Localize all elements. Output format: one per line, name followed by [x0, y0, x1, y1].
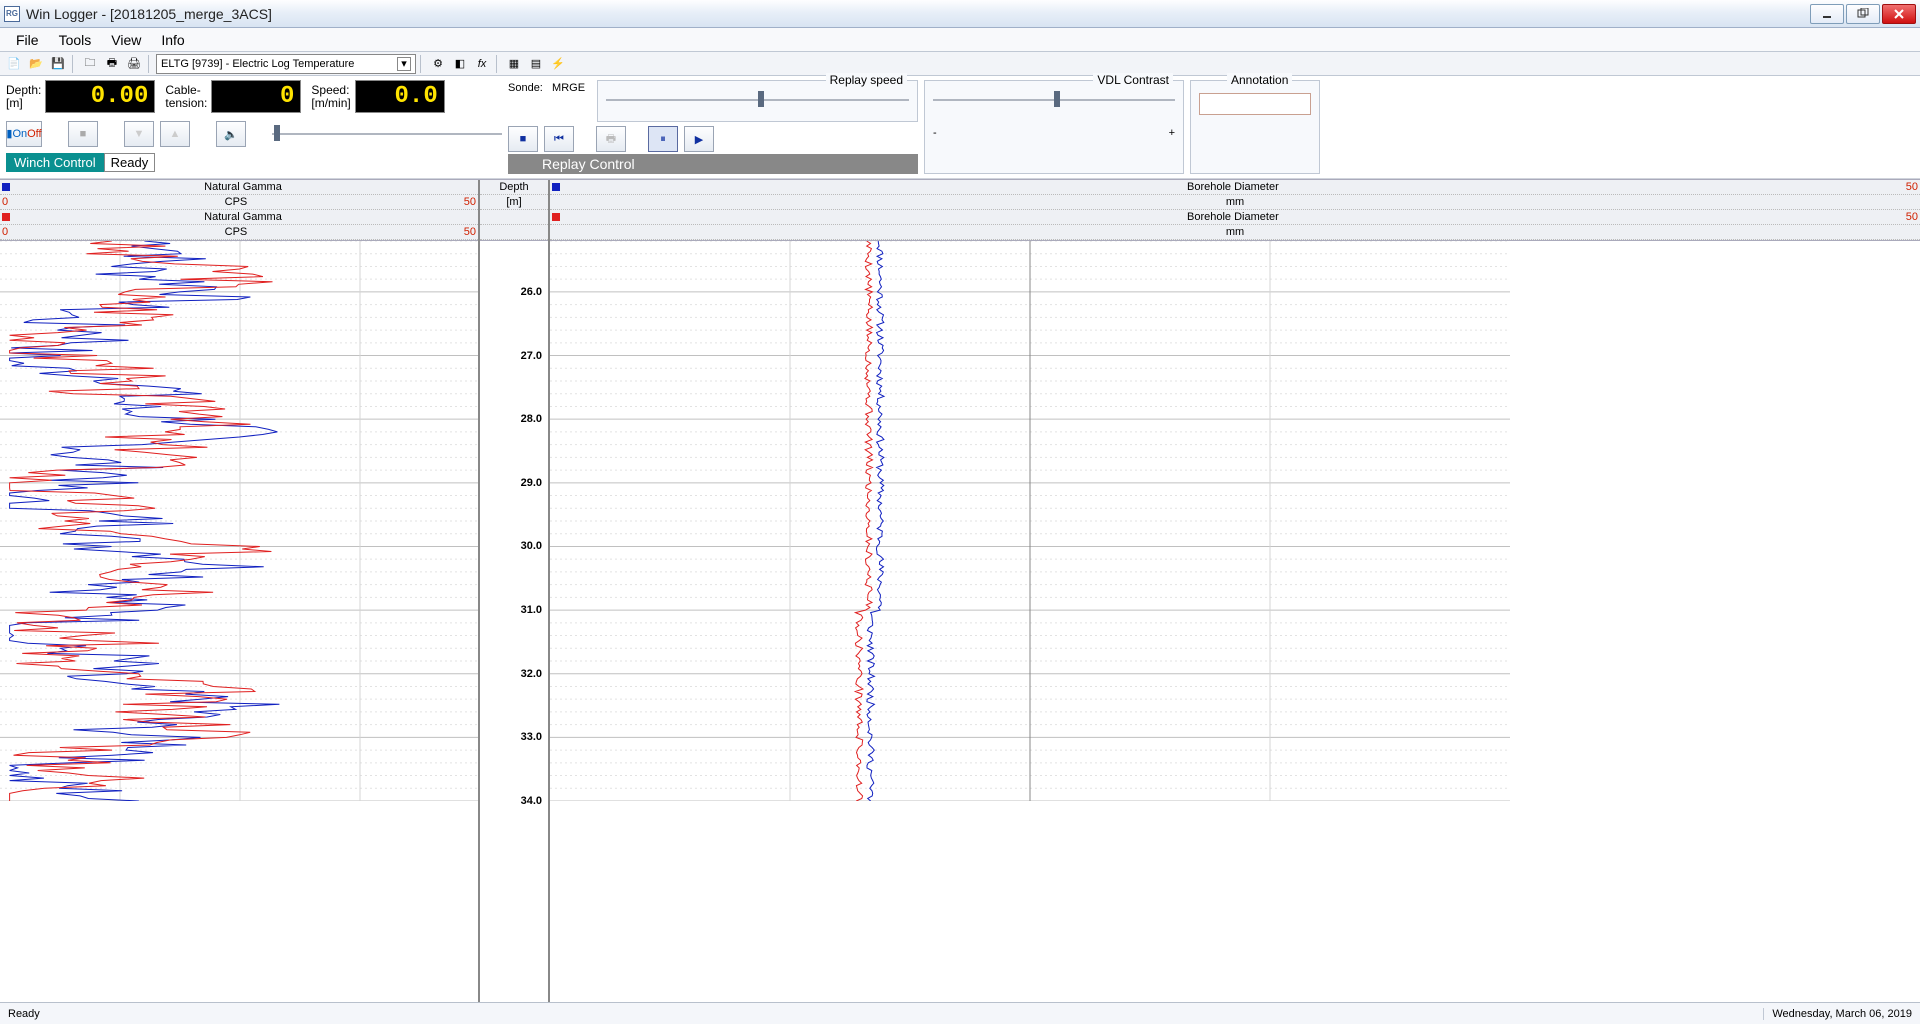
- series-color-blue-icon: [552, 183, 560, 191]
- chevron-down-icon: ▾: [397, 57, 411, 71]
- vdl-minus: -: [933, 127, 937, 139]
- sonde-value: MRGE: [552, 82, 585, 94]
- toolbar-separator: [148, 55, 152, 73]
- status-date: Wednesday, March 06, 2019: [1763, 1008, 1912, 1020]
- speed-value: 0.0: [355, 80, 445, 113]
- tool-sonde-select-text: ELTG [9739] - Electric Log Temperature: [161, 58, 354, 70]
- menu-bar: File Tools View Info: [0, 28, 1920, 52]
- series-color-red-icon: [2, 213, 10, 221]
- control-row: Depth:[m] 0.00 Cable-tension: 0 Speed:[m…: [0, 76, 1920, 179]
- speed-readout: Speed:[m/min] 0.0: [311, 80, 444, 113]
- depth-tick: 26.0: [521, 286, 542, 298]
- depth-tick: 34.0: [521, 795, 542, 807]
- tool-func1-icon[interactable]: ⚙: [428, 54, 448, 74]
- tool-grid1-icon[interactable]: ▦: [504, 54, 524, 74]
- depth-tick: 32.0: [521, 668, 542, 680]
- track-depth: Depth [m] 26.0 27.0 28.0 29.0 30.0 31.0 32.0 33…: [480, 180, 550, 1002]
- depth-tick: 30.0: [521, 540, 542, 552]
- replay-speed-slider[interactable]: [606, 87, 909, 113]
- annotation-panel: Annotation: [1190, 80, 1320, 174]
- tool-folder-icon[interactable]: 🗀: [80, 54, 100, 74]
- replay-speed-label: Replay speed: [826, 73, 907, 87]
- depth-tick: 27.0: [521, 350, 542, 362]
- title-bar: RG Win Logger - [20181205_merge_3ACS]: [0, 0, 1920, 28]
- tool-sonde-select[interactable]: ELTG [9739] - Electric Log Temperature ▾: [156, 54, 416, 74]
- vdl-contrast-panel: VDL Contrast - +: [924, 80, 1184, 174]
- winch-status: Ready: [104, 153, 156, 172]
- app-icon: RG: [4, 6, 20, 22]
- track-gamma-header: Natural Gamma 0CPS50 Natural Gamma 0CPS5…: [0, 180, 478, 241]
- winch-stop-button[interactable]: ■: [68, 121, 98, 147]
- series-color-blue-icon: [2, 183, 10, 191]
- menu-file[interactable]: File: [6, 29, 49, 51]
- track-borehole-body[interactable]: [550, 241, 1920, 1002]
- status-bar: Ready Wednesday, March 06, 2019: [0, 1002, 1920, 1024]
- replay-rewind-button[interactable]: ⏮: [544, 126, 574, 152]
- tool-save-icon[interactable]: 💾: [48, 54, 68, 74]
- vdl-plus: +: [1169, 127, 1175, 139]
- minimize-button[interactable]: [1810, 4, 1844, 24]
- replay-stop-button[interactable]: ■: [508, 126, 538, 152]
- track-depth-body[interactable]: 26.0 27.0 28.0 29.0 30.0 31.0 32.0 33.0 34.0: [480, 241, 548, 1002]
- depth-tick: 28.0: [521, 413, 542, 425]
- tool-print-icon[interactable]: 🖶: [102, 54, 122, 74]
- menu-view[interactable]: View: [101, 29, 151, 51]
- winch-up-button[interactable]: ▲: [160, 121, 190, 147]
- track-gamma: Natural Gamma 0CPS50 Natural Gamma 0CPS5…: [0, 180, 480, 1002]
- tension-value: 0: [211, 80, 301, 113]
- tension-readout: Cable-tension: 0: [165, 80, 301, 113]
- tension-label: Cable-: [165, 83, 200, 97]
- annotation-label: Annotation: [1227, 73, 1292, 87]
- speed-unit: [m/min]: [311, 96, 350, 110]
- winch-onoff-button[interactable]: ▮OnOff: [6, 121, 42, 147]
- replay-control-bar: Replay Control: [508, 154, 918, 174]
- tool-func2-icon[interactable]: ◧: [450, 54, 470, 74]
- maximize-button[interactable]: [1846, 4, 1880, 24]
- series-color-red-icon: [552, 213, 560, 221]
- tool-new-icon[interactable]: 📄: [4, 54, 24, 74]
- track-gamma-body[interactable]: [0, 241, 478, 1002]
- toolbar-separator: [420, 55, 424, 73]
- tool-bolt-icon[interactable]: ⚡: [548, 54, 568, 74]
- winch-down-button[interactable]: ▼: [124, 121, 154, 147]
- toolbar-separator: [496, 55, 500, 73]
- tool-fx-icon[interactable]: fx: [472, 54, 492, 74]
- replay-play-button[interactable]: ▶: [684, 126, 714, 152]
- window-title: Win Logger - [20181205_merge_3ACS]: [26, 6, 1808, 22]
- vdl-contrast-slider[interactable]: [933, 87, 1175, 113]
- toolbar-separator: [72, 55, 76, 73]
- track-depth-header: Depth [m]: [480, 180, 548, 241]
- menu-tools[interactable]: Tools: [49, 29, 102, 51]
- depth-tick: 33.0: [521, 731, 542, 743]
- tool-grid2-icon[interactable]: ▤: [526, 54, 546, 74]
- close-button[interactable]: [1882, 4, 1916, 24]
- menu-info[interactable]: Info: [151, 29, 194, 51]
- toolbar: 📄 📂 💾 🗀 🖶 🖨 ELTG [9739] - Electric Log T…: [0, 52, 1920, 76]
- track-borehole: Borehole Diameter50 mm Borehole Diameter…: [550, 180, 1920, 1002]
- replay-pause-button[interactable]: ⏸: [648, 126, 678, 152]
- depth-readout: Depth:[m] 0.00: [6, 80, 155, 113]
- depth-label: Depth:: [6, 83, 41, 97]
- track-borehole-header: Borehole Diameter50 mm Borehole Diameter…: [550, 180, 1920, 241]
- winch-control-badge: Winch Control: [6, 153, 104, 172]
- status-text: Ready: [8, 1008, 40, 1020]
- tool-printpreview-icon[interactable]: 🖨: [124, 54, 144, 74]
- log-area: Natural Gamma 0CPS50 Natural Gamma 0CPS5…: [0, 179, 1920, 1002]
- winch-speed-slider[interactable]: [272, 121, 502, 147]
- tool-open-icon[interactable]: 📂: [26, 54, 46, 74]
- winch-audio-button[interactable]: 🔈: [216, 121, 246, 147]
- tension-label2: tension:: [165, 96, 207, 110]
- annotation-input[interactable]: [1199, 93, 1311, 115]
- sonde-label: Sonde:: [508, 82, 543, 94]
- vdl-contrast-label: VDL Contrast: [1093, 73, 1173, 87]
- depth-value: 0.00: [45, 80, 155, 113]
- replay-print-button[interactable]: 🖶: [596, 126, 626, 152]
- depth-tick: 31.0: [521, 604, 542, 616]
- depth-unit: [m]: [6, 96, 23, 110]
- speed-label: Speed:: [311, 83, 349, 97]
- depth-tick: 29.0: [521, 477, 542, 489]
